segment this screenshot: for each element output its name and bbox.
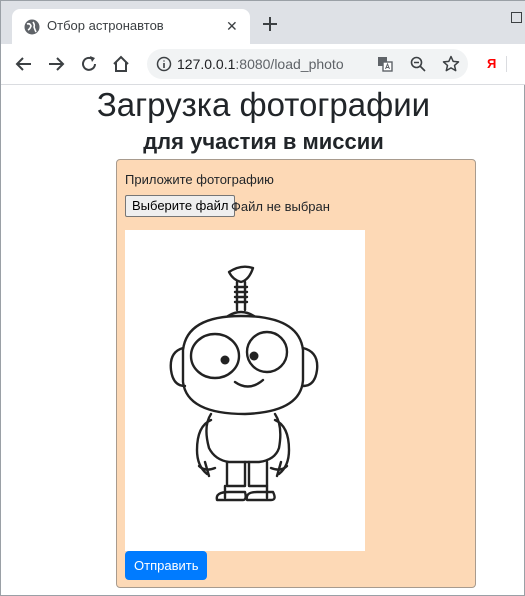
submit-button[interactable]: Отправить xyxy=(125,551,208,580)
file-status-text: Файл не выбран xyxy=(231,199,330,214)
url-host: 127.0.0.1 xyxy=(177,56,236,72)
bookmark-star-icon[interactable] xyxy=(442,55,460,73)
page-subtitle: для участия в миссии xyxy=(143,129,384,154)
photo-preview xyxy=(125,230,365,551)
url-text: 127.0.0.1:8080/load_photo xyxy=(177,56,344,72)
globe-icon xyxy=(24,19,40,35)
translate-icon[interactable] xyxy=(377,56,393,72)
tab-title: Отбор астронавтов xyxy=(47,18,164,33)
forward-arrow-icon[interactable] xyxy=(46,54,66,74)
robot-illustration xyxy=(169,265,319,502)
tab-strip: Отбор астронавтов ✕ xyxy=(1,1,525,44)
reload-icon[interactable] xyxy=(79,54,99,74)
upload-card: Приложите фотографию Выберите файл Файл … xyxy=(116,159,476,588)
new-tab-icon[interactable] xyxy=(260,14,280,34)
browser-tab[interactable]: Отбор астронавтов ✕ xyxy=(12,9,250,44)
browser-toolbar: 127.0.0.1:8080/load_photo Я xyxy=(1,44,525,85)
address-bar[interactable]: 127.0.0.1:8080/load_photo xyxy=(147,49,468,79)
attach-photo-label: Приложите фотографию xyxy=(125,172,274,187)
close-tab-icon[interactable]: ✕ xyxy=(226,18,238,34)
info-icon[interactable] xyxy=(156,56,172,72)
url-path: :8080/load_photo xyxy=(235,56,344,72)
choose-file-button[interactable]: Выберите файл xyxy=(125,195,236,217)
zoom-out-icon[interactable] xyxy=(410,56,426,72)
back-arrow-icon[interactable] xyxy=(14,54,34,74)
toolbar-divider xyxy=(506,56,507,72)
home-icon[interactable] xyxy=(111,54,131,74)
yandex-extension-icon[interactable]: Я xyxy=(487,56,496,71)
maximize-icon[interactable] xyxy=(511,12,522,23)
page-title: Загрузка фотографии xyxy=(96,86,431,123)
browser-window: Отбор астронавтов ✕ 127.0.0.1:8080/load_… xyxy=(0,0,525,596)
